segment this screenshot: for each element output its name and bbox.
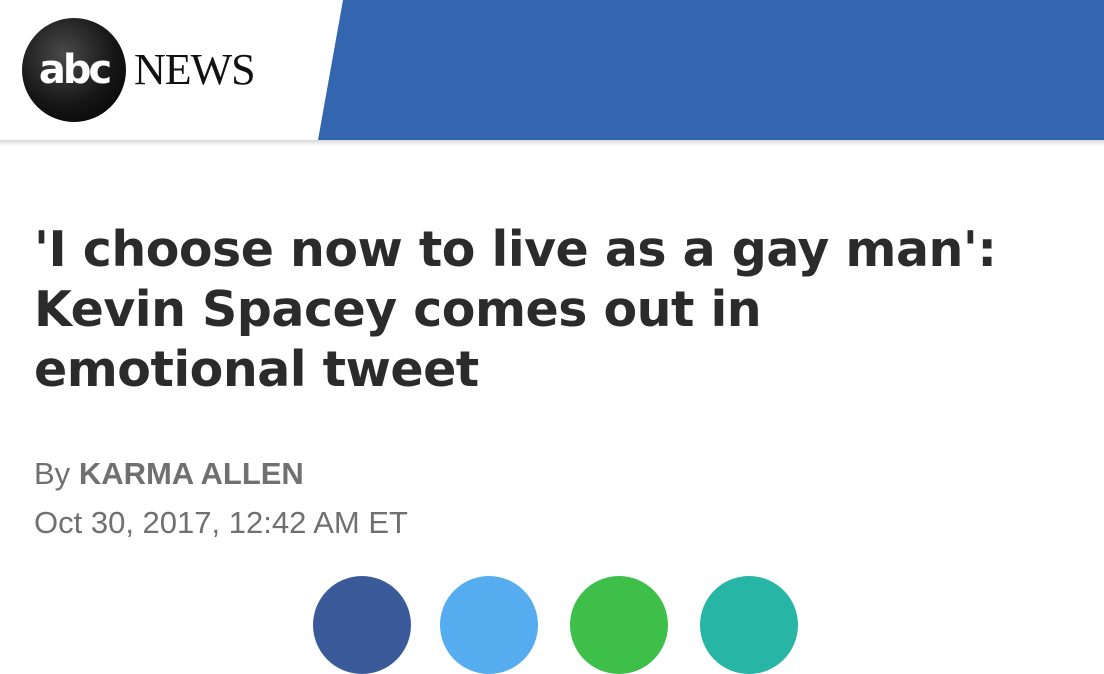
- article-headline: 'I choose now to live as a gay man': Kev…: [34, 220, 1074, 400]
- abc-logo-circle: abc: [22, 18, 126, 122]
- article-byline: By KARMA ALLEN: [34, 456, 304, 492]
- header-shadow: [0, 140, 1104, 146]
- headline-line-2: Kevin Spacey comes out in: [34, 281, 762, 338]
- twitter-share-button[interactable]: [440, 576, 538, 674]
- facebook-share-button[interactable]: [313, 576, 411, 674]
- email-share-button[interactable]: [700, 576, 798, 674]
- logo-abc-text: abc: [38, 47, 112, 93]
- site-header: abc NEWS: [0, 0, 1104, 140]
- article-date: Oct 30, 2017, 12:42 AM ET: [34, 505, 408, 540]
- message-share-button[interactable]: [570, 576, 668, 674]
- headline-line-3: emotional tweet: [34, 341, 479, 398]
- headline-line-1: 'I choose now to live as a gay man':: [34, 221, 997, 278]
- author-link[interactable]: KARMA ALLEN: [79, 456, 304, 491]
- logo-news-text: NEWS: [134, 45, 256, 94]
- abc-news-logo[interactable]: abc NEWS: [22, 18, 256, 122]
- byline-prefix: By: [34, 456, 71, 491]
